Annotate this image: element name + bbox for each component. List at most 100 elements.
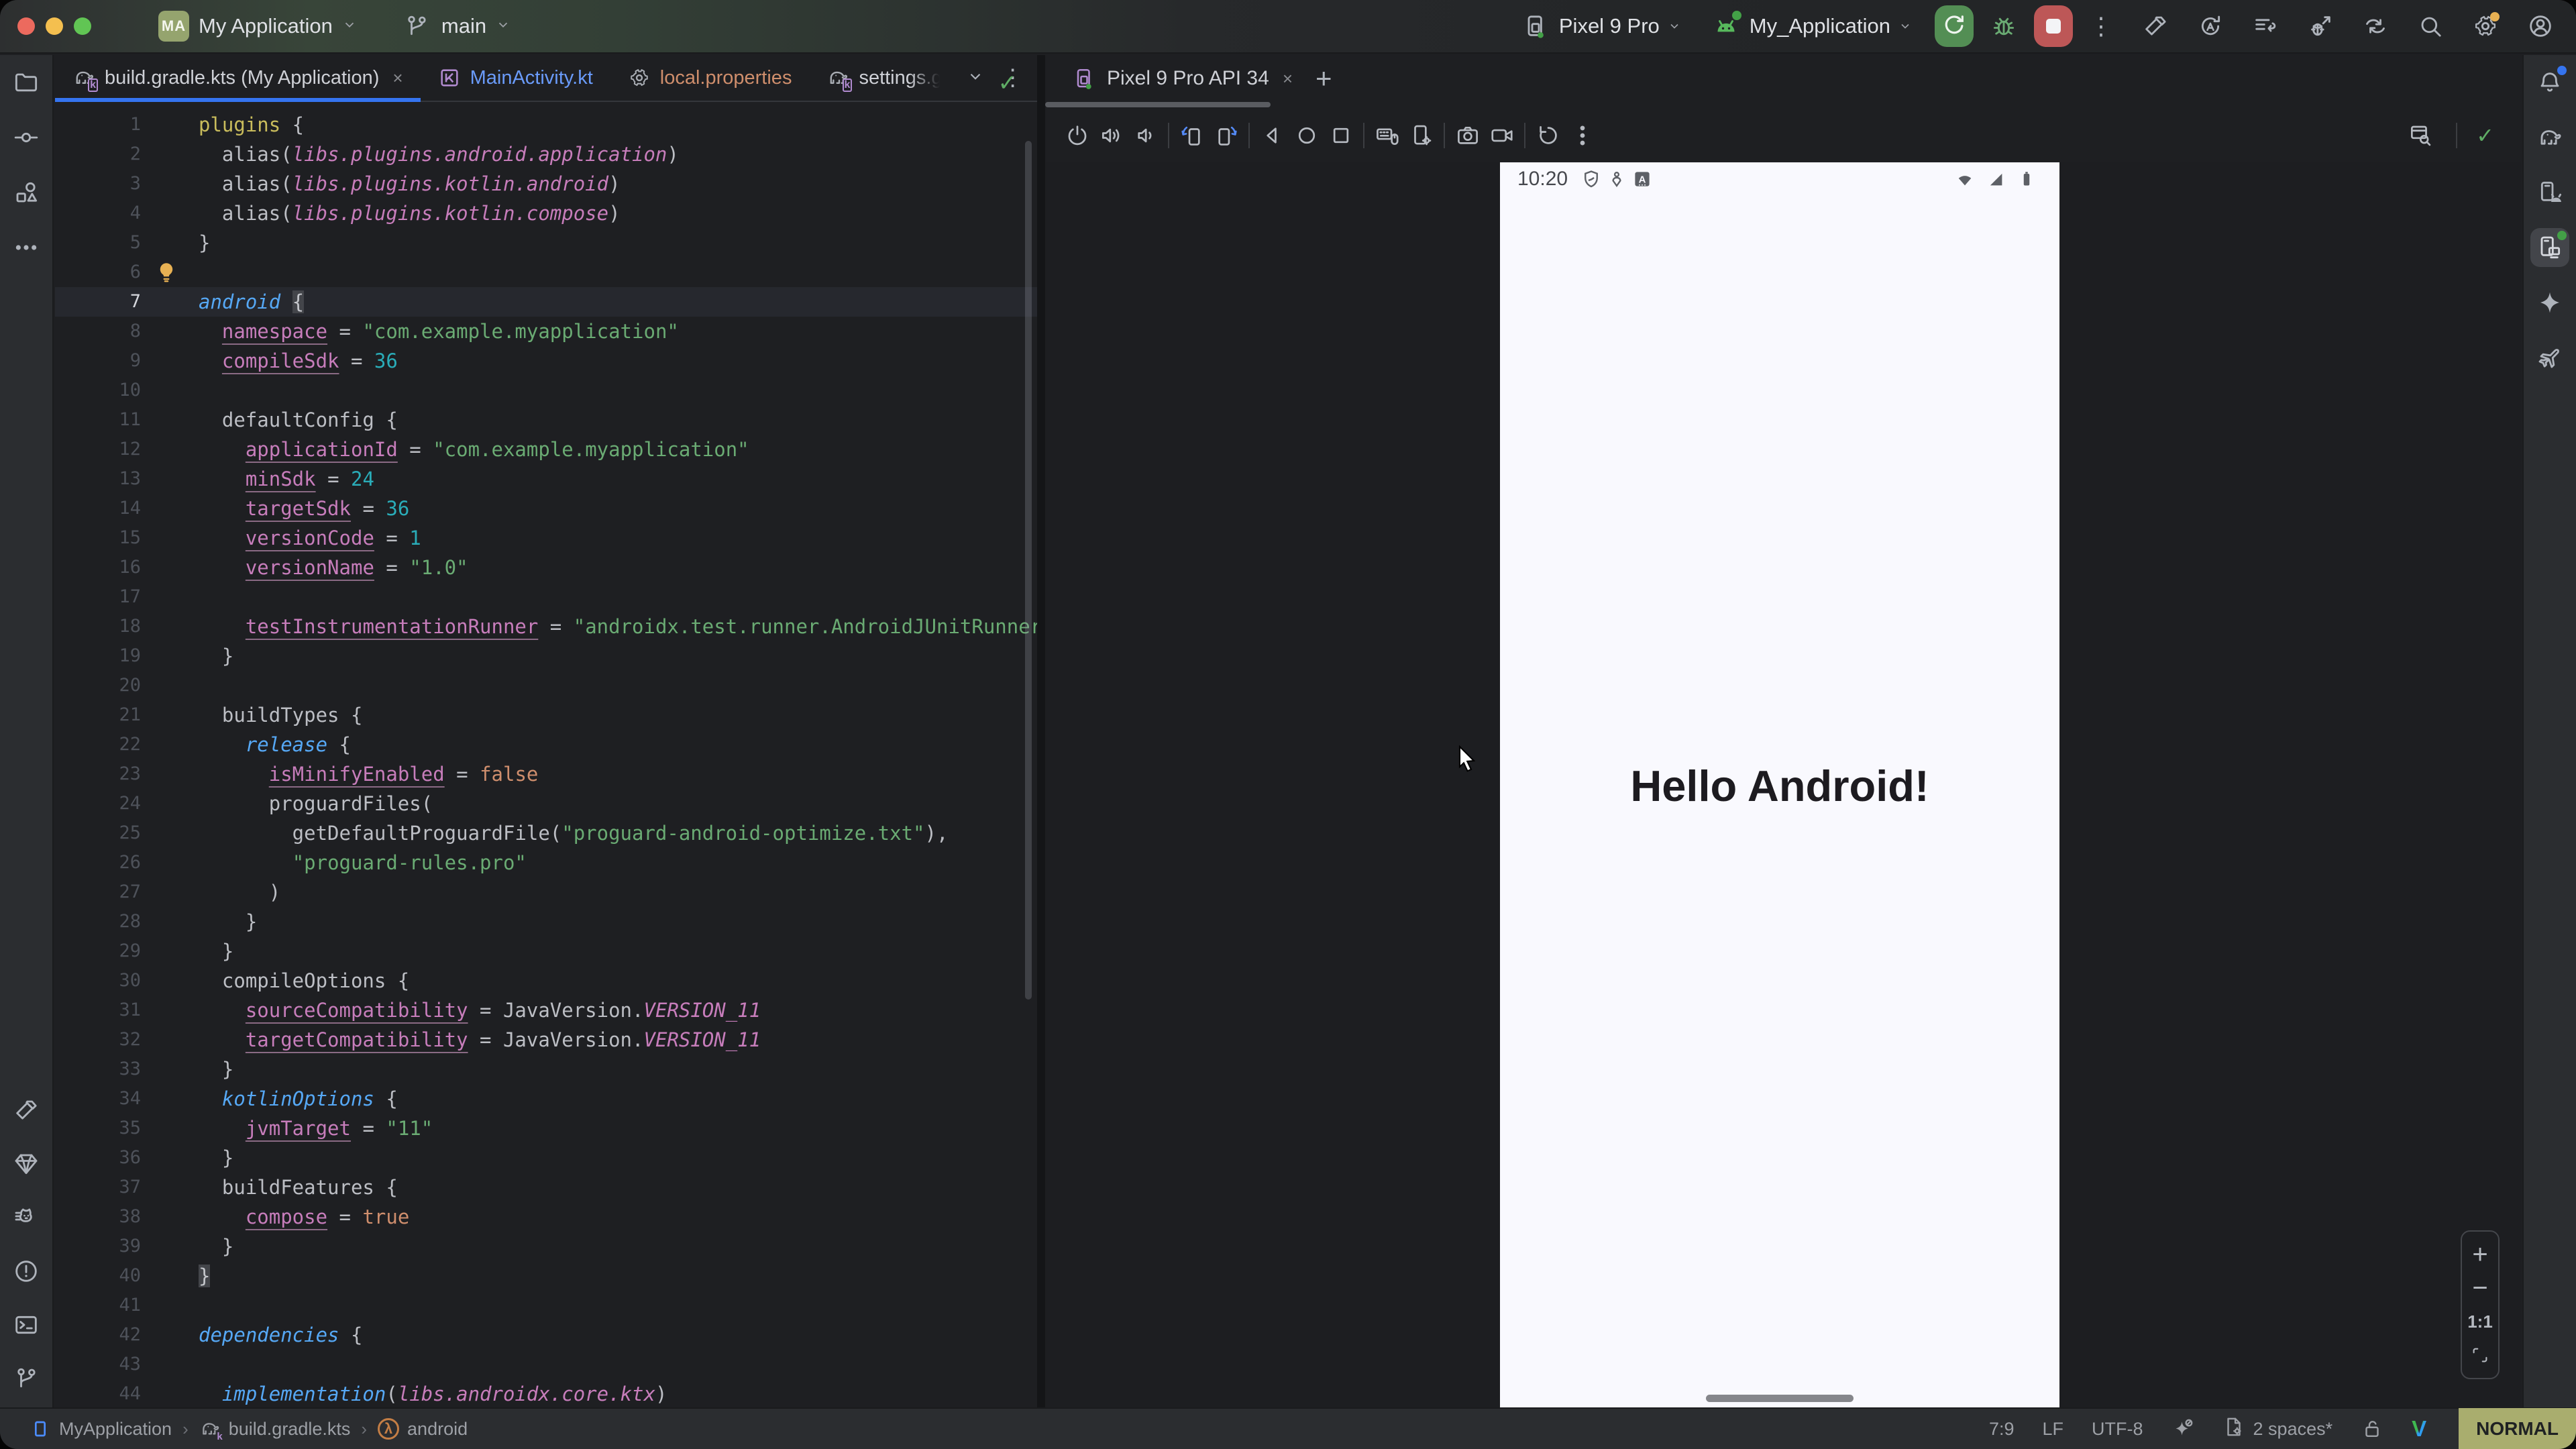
code-line[interactable]: 33 } — [55, 1055, 1037, 1084]
actual-size-button[interactable]: 1:1 — [2462, 1305, 2498, 1338]
fit-to-window-button[interactable] — [2462, 1339, 2498, 1371]
code-line[interactable]: 35 jvmTarget = "11" — [55, 1114, 1037, 1143]
navigation-handle[interactable] — [1706, 1395, 1854, 1402]
code-line[interactable]: 30 compileOptions { — [55, 966, 1037, 996]
rerun-button[interactable] — [1935, 5, 1974, 47]
code-line[interactable]: 17 — [55, 582, 1037, 612]
code-line[interactable]: 4 alias(libs.plugins.kotlin.compose) — [55, 199, 1037, 228]
caret-position[interactable]: 7:9 — [1989, 1419, 2015, 1440]
problems-icon[interactable] — [7, 1252, 46, 1291]
close-window-button[interactable] — [17, 17, 35, 35]
project-widget[interactable]: MA My Application — [158, 11, 357, 42]
device-settings-icon[interactable] — [1404, 119, 1438, 153]
build-hammer-icon[interactable] — [2140, 11, 2171, 42]
add-device-tab-button[interactable]: + — [1316, 62, 1332, 95]
code-line[interactable]: 5} — [55, 228, 1037, 258]
editor-tab[interactable]: kbuild.gradle.kts (My Application)× — [55, 55, 421, 101]
screenshot-icon[interactable] — [1450, 119, 1485, 153]
ai-assistant-disabled-icon[interactable] — [2171, 1417, 2194, 1440]
code-line[interactable]: 34 kotlinOptions { — [55, 1084, 1037, 1114]
resource-manager-icon[interactable] — [7, 173, 46, 212]
device-manager-icon[interactable] — [2530, 173, 2569, 212]
account-icon[interactable] — [2525, 11, 2556, 42]
apply-code-changes-icon[interactable] — [2250, 11, 2281, 42]
editor-tab[interactable]: local.properties — [610, 55, 810, 101]
more-run-options-icon[interactable]: ⋮ — [2089, 12, 2113, 40]
code-line[interactable]: 39 } — [55, 1232, 1037, 1261]
code-line[interactable]: 43 — [55, 1350, 1037, 1379]
code-line[interactable]: 11 defaultConfig { — [55, 405, 1037, 435]
gemini-icon[interactable] — [2530, 283, 2569, 322]
code-line[interactable]: 40} — [55, 1261, 1037, 1291]
code-line[interactable]: 22 release { — [55, 730, 1037, 759]
code-line[interactable]: 38 compose = true — [55, 1202, 1037, 1232]
back-icon[interactable] — [1255, 119, 1289, 153]
breadcrumb-item[interactable]: kbuild.gradle.kts — [199, 1418, 351, 1440]
emulator-screen[interactable]: 10:20 A Hello Android! — [1500, 162, 2059, 1407]
code-line[interactable]: 29 } — [55, 936, 1037, 966]
vim-mode-badge[interactable]: NORMAL — [2459, 1408, 2576, 1449]
volume-up-icon[interactable] — [1094, 119, 1128, 153]
version-control-icon[interactable] — [7, 1359, 46, 1398]
code-line[interactable]: 18 testInstrumentationRunner = "androidx… — [55, 612, 1037, 641]
inspections-ok-icon[interactable]: ✓ — [998, 70, 1018, 97]
code-line[interactable]: 13 minSdk = 24 — [55, 464, 1037, 494]
more-tool-windows-icon[interactable] — [7, 228, 46, 267]
file-encoding[interactable]: UTF-8 — [2092, 1419, 2143, 1440]
screen-record-icon[interactable] — [1485, 119, 1519, 153]
code-line[interactable]: 3 alias(libs.plugins.kotlin.android) — [55, 169, 1037, 199]
code-line[interactable]: 42dependencies { — [55, 1320, 1037, 1350]
code-line[interactable]: 6 — [55, 258, 1037, 287]
home-icon[interactable] — [1289, 119, 1324, 153]
app-quality-insights-icon[interactable] — [7, 1144, 46, 1183]
rotate-left-icon[interactable] — [1175, 119, 1209, 153]
zoom-out-button[interactable]: − — [2462, 1272, 2498, 1304]
overview-icon[interactable] — [1324, 119, 1358, 153]
project-folder-icon[interactable] — [7, 63, 46, 102]
more-icon[interactable] — [1565, 119, 1599, 153]
zoom-in-button[interactable]: + — [2462, 1238, 2498, 1271]
code-line[interactable]: 26 "proguard-rules.pro" — [55, 848, 1037, 877]
code-line[interactable]: 20 — [55, 671, 1037, 700]
firebase-plane-icon[interactable] — [2530, 338, 2569, 377]
running-devices-icon[interactable] — [2530, 228, 2569, 267]
code-line[interactable]: 1plugins { — [55, 110, 1037, 140]
ui-check-icon[interactable] — [2403, 119, 2437, 153]
build-icon[interactable] — [7, 1091, 46, 1130]
vcs-branch-widget[interactable]: main — [401, 11, 511, 42]
code-line[interactable]: 21 buildTypes { — [55, 700, 1037, 730]
code-line[interactable]: 24 proguardFiles( — [55, 789, 1037, 818]
logcat-icon[interactable] — [7, 1198, 46, 1237]
power-icon[interactable] — [1060, 119, 1094, 153]
search-everywhere-icon[interactable] — [2415, 11, 2446, 42]
debug-button[interactable] — [1988, 11, 2019, 42]
rotate-right-icon[interactable] — [1209, 119, 1243, 153]
gradle-icon[interactable] — [2530, 118, 2569, 157]
editor-tab[interactable]: MainActivity.kt — [421, 55, 610, 101]
code-line[interactable]: 28 } — [55, 907, 1037, 936]
intention-bulb-icon[interactable] — [141, 258, 178, 287]
close-icon[interactable]: × — [392, 68, 402, 89]
hardware-input-icon[interactable] — [1370, 119, 1404, 153]
chevron-down-icon[interactable] — [967, 68, 984, 89]
editor-tab[interactable]: ksettings.g — [809, 55, 959, 101]
breadcrumb-item[interactable]: MyApplication — [30, 1418, 172, 1440]
run-configuration-selector[interactable]: My_Application — [1711, 11, 1912, 42]
breadcrumb-item[interactable]: λandroid — [378, 1418, 468, 1440]
code-line[interactable]: 25 getDefaultProguardFile("proguard-andr… — [55, 818, 1037, 848]
close-icon[interactable]: × — [1283, 68, 1293, 89]
code-line[interactable]: 7android { — [55, 287, 1037, 317]
code-line[interactable]: 12 applicationId = "com.example.myapplic… — [55, 435, 1037, 464]
code-line[interactable]: 14 targetSdk = 36 — [55, 494, 1037, 523]
code-line[interactable]: 16 versionName = "1.0" — [55, 553, 1037, 582]
terminal-icon[interactable] — [7, 1305, 46, 1344]
device-tab[interactable]: Pixel 9 Pro API 34 × — [1072, 66, 1293, 91]
attach-debugger-icon[interactable] — [2305, 11, 2336, 42]
ideavim-icon[interactable]: V — [2412, 1416, 2426, 1442]
code-line[interactable]: 9 compileSdk = 36 — [55, 346, 1037, 376]
code-line[interactable]: 37 buildFeatures { — [55, 1173, 1037, 1202]
code-line[interactable]: 10 — [55, 376, 1037, 405]
code-line[interactable]: 2 alias(libs.plugins.android.application… — [55, 140, 1037, 169]
code-line[interactable]: 41 — [55, 1291, 1037, 1320]
code-line[interactable]: 32 targetCompatibility = JavaVersion.VER… — [55, 1025, 1037, 1055]
